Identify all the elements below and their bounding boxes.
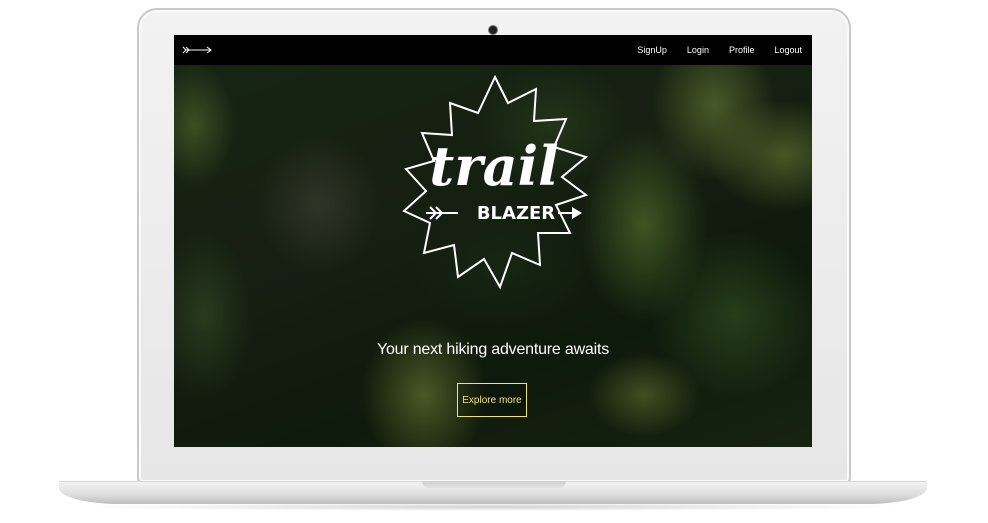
camera-icon — [489, 26, 497, 34]
laptop-mockup: SignUp Login Profile Logout trail BLAZER… — [0, 0, 988, 523]
nav-login-link[interactable]: Login — [687, 45, 709, 55]
laptop-shadow — [80, 503, 908, 511]
nav-logout-link[interactable]: Logout — [774, 45, 802, 55]
nav-links: SignUp Login Profile Logout — [617, 35, 802, 65]
explore-more-button[interactable]: Explore more — [457, 383, 527, 417]
top-navbar: SignUp Login Profile Logout — [174, 35, 812, 65]
logo-word-blazer: BLAZER — [477, 203, 555, 224]
logo-word-trail: trail — [429, 134, 558, 198]
laptop-screen: SignUp Login Profile Logout trail BLAZER… — [174, 35, 812, 447]
nav-signup-link[interactable]: SignUp — [637, 45, 667, 55]
arrow-icon[interactable] — [182, 44, 214, 56]
hero-tagline: Your next hiking adventure awaits — [376, 341, 610, 358]
trailblazer-logo: trail BLAZER — [402, 74, 589, 290]
laptop-base-notch — [422, 481, 566, 488]
nav-profile-link[interactable]: Profile — [729, 45, 755, 55]
